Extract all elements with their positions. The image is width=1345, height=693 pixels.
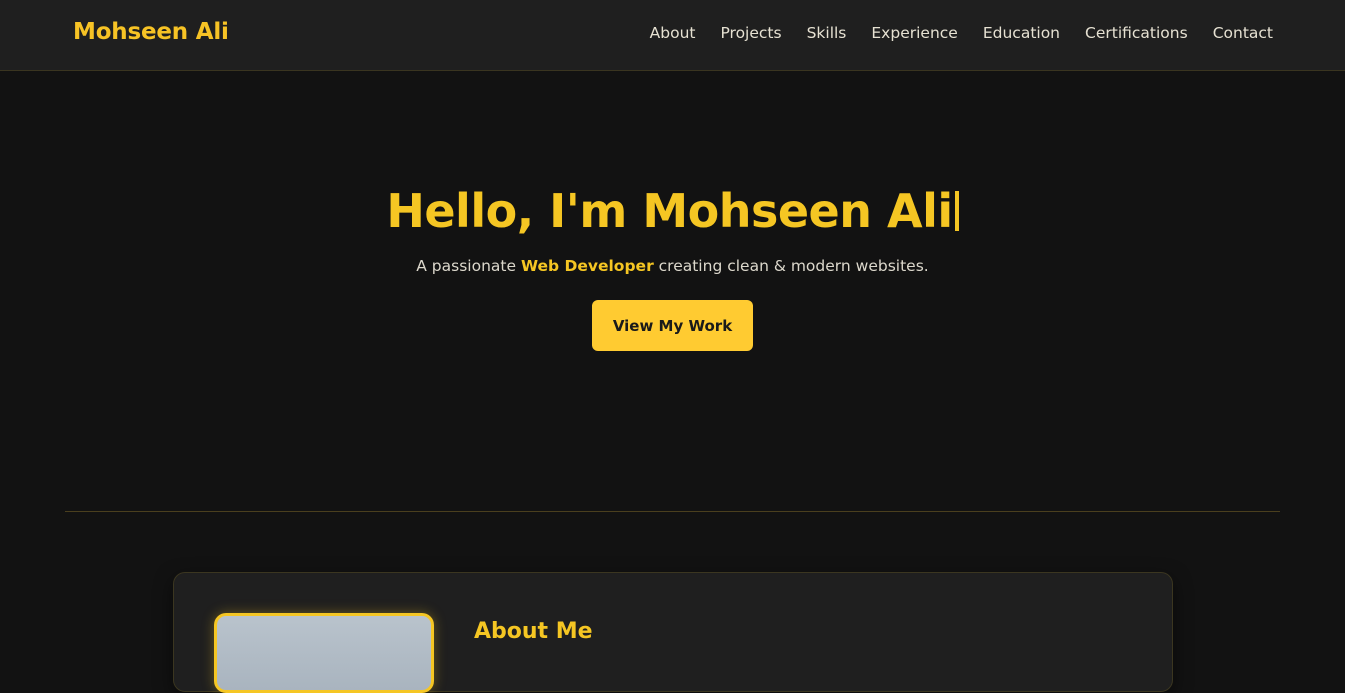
nav-link-skills[interactable]: Skills: [807, 24, 847, 42]
nav-link-about[interactable]: About: [650, 24, 696, 42]
hero-subtitle: A passionate Web Developer creating clea…: [0, 257, 1345, 275]
nav-links: About Projects Skills Experience Educati…: [650, 24, 1273, 42]
nav-link-certifications[interactable]: Certifications: [1085, 24, 1188, 42]
hero-subtitle-prefix: A passionate: [416, 257, 521, 275]
about-card: About Me: [173, 572, 1173, 693]
hero-title: Hello, I'm Mohseen Ali: [0, 184, 1345, 238]
hero-subtitle-suffix: creating clean & modern websites.: [653, 257, 929, 275]
nav-link-education[interactable]: Education: [983, 24, 1060, 42]
nav-link-projects[interactable]: Projects: [720, 24, 781, 42]
nav-link-experience[interactable]: Experience: [871, 24, 957, 42]
brand-logo-text[interactable]: Mohseen Ali: [73, 19, 229, 45]
view-my-work-button[interactable]: View My Work: [592, 300, 753, 351]
hero-subtitle-highlight: Web Developer: [520, 257, 654, 275]
typing-caret: [954, 191, 959, 231]
profile-photo: [214, 613, 434, 693]
nav-link-contact[interactable]: Contact: [1213, 24, 1273, 42]
top-navbar: Mohseen Ali About Projects Skills Experi…: [0, 0, 1345, 71]
hero-section: Hello, I'm Mohseen Ali A passionate Web …: [0, 71, 1345, 511]
hero-title-text: Hello, I'm Mohseen Ali: [386, 184, 953, 238]
section-divider: [65, 511, 1280, 512]
about-title: About Me: [474, 619, 593, 644]
